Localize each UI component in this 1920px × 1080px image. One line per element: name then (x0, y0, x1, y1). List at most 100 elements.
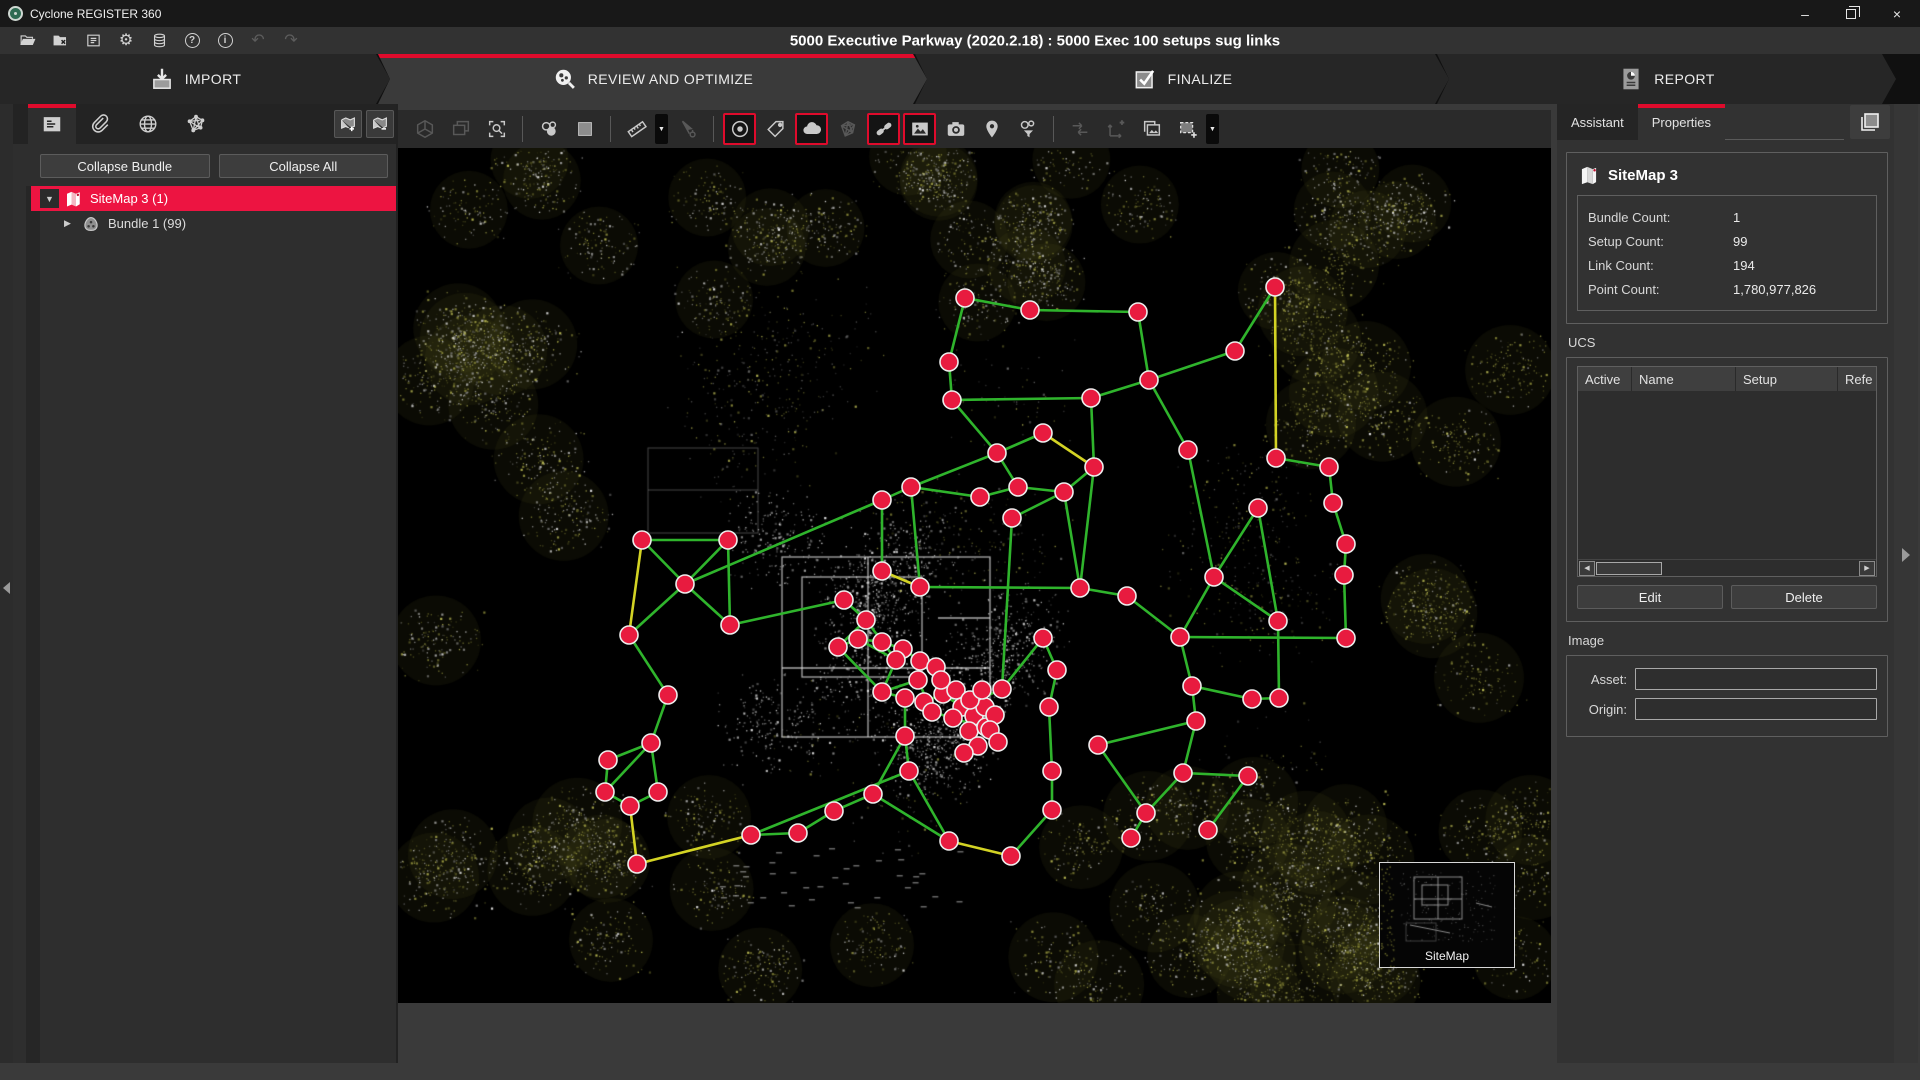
setup-node[interactable] (1002, 847, 1020, 865)
ucs-col-name[interactable]: Name (1632, 367, 1736, 391)
toggle-links-button[interactable] (867, 113, 900, 145)
setup-link[interactable] (1278, 621, 1279, 698)
ucs-delete-button[interactable]: Delete (1731, 585, 1877, 609)
setup-node[interactable] (864, 785, 882, 803)
tab-report[interactable]: REPORT (1437, 54, 1896, 104)
ucs-col-setup[interactable]: Setup (1736, 367, 1838, 391)
setup-link[interactable] (920, 587, 1080, 588)
sitemap-thumbnail[interactable]: SiteMap (1379, 862, 1515, 968)
setup-node[interactable] (742, 826, 760, 844)
setup-link[interactable] (1214, 508, 1258, 577)
setup-link[interactable] (637, 835, 751, 864)
tab-geotags[interactable] (124, 104, 172, 144)
setup-node[interactable] (1085, 458, 1103, 476)
setup-link[interactable] (965, 298, 1030, 310)
project-report-button[interactable] (82, 30, 104, 52)
setup-node[interactable] (1324, 494, 1342, 512)
setup-link[interactable] (1180, 637, 1346, 638)
delete-project-button[interactable] (49, 30, 71, 52)
tab-review-and-optimize[interactable]: REVIEW AND OPTIMIZE (378, 54, 927, 104)
setup-node[interactable] (1071, 579, 1089, 597)
add-sitemap-button[interactable] (334, 110, 362, 138)
setup-node[interactable] (676, 575, 694, 593)
setup-node[interactable] (1137, 804, 1155, 822)
setup-node[interactable] (1118, 587, 1136, 605)
setup-node[interactable] (911, 578, 929, 596)
setup-node[interactable] (943, 391, 961, 409)
expand-right-arrow-icon[interactable] (1902, 548, 1910, 562)
setup-link[interactable] (1214, 577, 1278, 621)
setup-node[interactable] (1082, 389, 1100, 407)
setup-node[interactable] (1337, 629, 1355, 647)
setup-node[interactable] (896, 727, 914, 745)
storage-button[interactable] (148, 30, 170, 52)
left-panel-collapse-strip[interactable] (0, 104, 13, 1063)
ucs-col-reference[interactable]: Refe (1838, 367, 1876, 391)
setup-node[interactable] (1040, 698, 1058, 716)
setup-link[interactable] (1235, 287, 1275, 351)
setup-node[interactable] (642, 734, 660, 752)
setup-node[interactable] (973, 681, 991, 699)
add-ucs-button[interactable] (1099, 113, 1132, 145)
setup-node[interactable] (1187, 712, 1205, 730)
setup-node[interactable] (1270, 689, 1288, 707)
tree-item-sitemap[interactable]: ▼ SiteMap 3 (1) (31, 186, 396, 211)
open-project-button[interactable] (16, 30, 38, 52)
collapse-bundle-button[interactable]: Collapse Bundle (40, 154, 210, 178)
ucs-table-body[interactable] (1578, 391, 1876, 559)
setup-node[interactable] (719, 531, 737, 549)
redo-button[interactable]: ↷ (280, 30, 302, 52)
setup-node[interactable] (1122, 829, 1140, 847)
orbit-view-button[interactable] (408, 113, 441, 145)
remove-sitemap-button[interactable] (366, 110, 394, 138)
setup-node[interactable] (896, 689, 914, 707)
setup-node[interactable] (989, 733, 1007, 751)
pick-mode-button[interactable] (671, 113, 704, 145)
toggle-labels-button[interactable] (759, 113, 792, 145)
setup-node[interactable] (940, 832, 958, 850)
marquee-options-dropdown[interactable]: ▼ (1206, 114, 1219, 144)
setup-node[interactable] (900, 762, 918, 780)
undo-button[interactable]: ↶ (247, 30, 269, 52)
setup-node[interactable] (1048, 661, 1066, 679)
setup-node[interactable] (1174, 764, 1192, 782)
toggle-images-button[interactable] (903, 113, 936, 145)
setup-node[interactable] (988, 444, 1006, 462)
setup-node[interactable] (1009, 478, 1027, 496)
setup-link[interactable] (873, 794, 949, 841)
swap-setups-button[interactable] (1063, 113, 1096, 145)
setup-link[interactable] (1149, 351, 1235, 380)
setup-node[interactable] (628, 855, 646, 873)
tab-finalize[interactable]: FINALIZE (915, 54, 1449, 104)
setup-link[interactable] (873, 736, 905, 794)
setup-node[interactable] (1179, 441, 1197, 459)
restore-button[interactable] (1828, 0, 1874, 27)
setup-link[interactable] (1098, 721, 1196, 745)
scroll-right-arrow-icon[interactable]: ▶ (1859, 561, 1875, 576)
setup-link[interactable] (949, 298, 965, 362)
setup-link[interactable] (1138, 312, 1149, 380)
tab-network-view[interactable] (172, 104, 220, 144)
toggle-cameras-button[interactable] (939, 113, 972, 145)
scrollbar-thumb[interactable] (1596, 562, 1662, 575)
bundle-visibility-button[interactable] (532, 113, 565, 145)
setup-node[interactable] (599, 751, 617, 769)
zoom-region-button[interactable] (480, 113, 513, 145)
setup-link[interactable] (952, 400, 997, 453)
setup-node[interactable] (1243, 690, 1261, 708)
setup-node[interactable] (1089, 736, 1107, 754)
setup-node[interactable] (944, 709, 962, 727)
tab-project-explorer[interactable] (28, 104, 76, 144)
setup-node[interactable] (621, 797, 639, 815)
setup-node[interactable] (835, 591, 853, 609)
setup-node[interactable] (873, 491, 891, 509)
setup-link[interactable] (911, 487, 980, 497)
setup-node[interactable] (1249, 499, 1267, 517)
setup-link[interactable] (1180, 577, 1214, 637)
origin-field[interactable] (1635, 698, 1877, 720)
setup-node[interactable] (1021, 301, 1039, 319)
setup-node[interactable] (1267, 449, 1285, 467)
toggle-setups-button[interactable] (723, 113, 756, 145)
setup-node[interactable] (887, 651, 905, 669)
setup-node[interactable] (873, 633, 891, 651)
